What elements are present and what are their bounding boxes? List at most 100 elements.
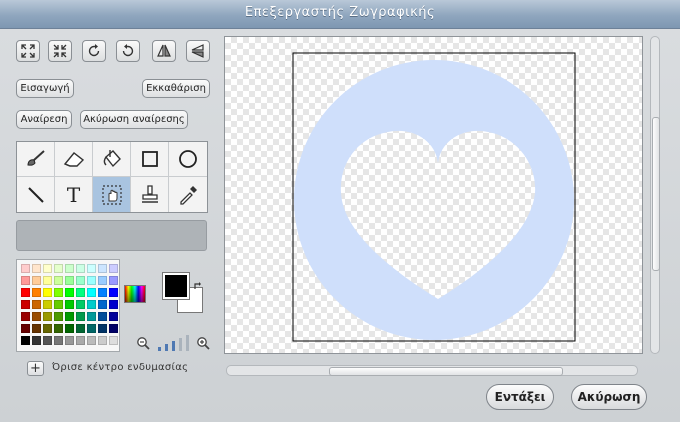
color-swatch[interactable] (65, 324, 74, 333)
tool-eraser[interactable] (55, 142, 93, 177)
flip-horizontal-button[interactable] (152, 40, 176, 62)
horizontal-scrollbar[interactable] (226, 365, 638, 376)
color-swatch[interactable] (54, 276, 63, 285)
color-swatch[interactable] (65, 276, 74, 285)
color-swatch[interactable] (87, 288, 96, 297)
color-swatch[interactable] (87, 336, 96, 345)
color-swatch[interactable] (87, 312, 96, 321)
color-swatch[interactable] (76, 336, 85, 345)
color-swatch[interactable] (109, 300, 118, 309)
color-swatch[interactable] (54, 312, 63, 321)
color-swatch[interactable] (43, 264, 52, 273)
color-swatch[interactable] (21, 300, 30, 309)
zoom-in-icon[interactable] (196, 335, 210, 350)
ok-button[interactable]: Εντάξει (486, 384, 554, 410)
undo-button[interactable]: Αναίρεση (16, 110, 72, 129)
color-swatch[interactable] (65, 264, 74, 273)
color-swatch[interactable] (98, 312, 107, 321)
color-swatch[interactable] (87, 264, 96, 273)
tool-ellipse[interactable] (169, 142, 207, 177)
tool-select[interactable] (93, 177, 131, 212)
color-swatch[interactable] (98, 336, 107, 345)
tool-rectangle[interactable] (131, 142, 169, 177)
rotate-right-button[interactable] (82, 40, 106, 62)
color-swatch[interactable] (109, 336, 118, 345)
color-swatch[interactable] (65, 312, 74, 321)
color-swatch[interactable] (76, 312, 85, 321)
color-swatch[interactable] (32, 300, 41, 309)
flip-vertical-button[interactable] (186, 40, 210, 62)
window-title: Επεξεργαστής Ζωγραφικής (244, 5, 436, 20)
rotate-left-button[interactable] (116, 40, 140, 62)
tool-eyedropper[interactable] (169, 177, 207, 212)
vertical-scroll-thumb[interactable] (652, 117, 660, 271)
clear-button[interactable]: Εκκαθάριση (142, 79, 210, 98)
color-swatch[interactable] (54, 264, 63, 273)
color-swatch[interactable] (76, 276, 85, 285)
color-swatch[interactable] (43, 300, 52, 309)
grow-button[interactable] (16, 40, 40, 62)
color-swatch[interactable] (54, 300, 63, 309)
color-swatch[interactable] (76, 300, 85, 309)
color-swatch[interactable] (43, 336, 52, 345)
color-swatch[interactable] (98, 288, 107, 297)
color-swatch[interactable] (54, 336, 63, 345)
color-swatch[interactable] (109, 324, 118, 333)
square-icon (141, 151, 158, 167)
color-swatch[interactable] (32, 264, 41, 273)
horizontal-scroll-thumb[interactable] (329, 367, 563, 376)
vertical-scrollbar[interactable] (650, 36, 660, 354)
color-swatch[interactable] (43, 324, 52, 333)
redo-button[interactable]: Ακύρωση αναίρεσης (80, 110, 188, 129)
color-swatch[interactable] (98, 264, 107, 273)
color-swatch[interactable] (65, 300, 74, 309)
color-swatch[interactable] (21, 276, 30, 285)
color-swatch[interactable] (32, 324, 41, 333)
foreground-color-swatch[interactable] (162, 272, 190, 300)
color-swatch[interactable] (21, 336, 30, 345)
title-bar[interactable]: Επεξεργαστής Ζωγραφικής (0, 0, 680, 29)
color-picker-button[interactable] (124, 285, 146, 303)
color-swatch[interactable] (98, 324, 107, 333)
color-swatch[interactable] (65, 288, 74, 297)
color-swatch[interactable] (98, 276, 107, 285)
zoom-out-icon[interactable] (136, 335, 150, 350)
set-center-button[interactable]: + (27, 361, 44, 376)
text-icon: T (66, 182, 81, 207)
color-swatch[interactable] (43, 288, 52, 297)
tool-line[interactable] (17, 177, 55, 212)
color-swatch[interactable] (87, 324, 96, 333)
color-swatch[interactable] (21, 324, 30, 333)
color-swatch[interactable] (43, 276, 52, 285)
color-swatch[interactable] (65, 336, 74, 345)
color-swatch[interactable] (87, 300, 96, 309)
color-swatch[interactable] (109, 312, 118, 321)
color-swatch[interactable] (32, 276, 41, 285)
tool-paintbrush[interactable] (17, 142, 55, 177)
color-swatch[interactable] (32, 312, 41, 321)
color-swatch[interactable] (21, 288, 30, 297)
shrink-button[interactable] (48, 40, 72, 62)
swap-colors-icon[interactable] (193, 276, 203, 289)
color-swatch[interactable] (43, 312, 52, 321)
color-swatch[interactable] (109, 276, 118, 285)
color-swatch[interactable] (87, 276, 96, 285)
tool-stamp[interactable] (131, 177, 169, 212)
color-swatch[interactable] (109, 264, 118, 273)
import-button[interactable]: Εισαγωγή (16, 79, 74, 98)
color-swatch[interactable] (54, 288, 63, 297)
tool-fill[interactable] (93, 142, 131, 177)
color-swatch[interactable] (32, 288, 41, 297)
color-swatch[interactable] (109, 288, 118, 297)
color-swatch[interactable] (76, 324, 85, 333)
color-swatch[interactable] (32, 336, 41, 345)
color-swatch[interactable] (76, 288, 85, 297)
color-swatch[interactable] (76, 264, 85, 273)
color-swatch[interactable] (21, 264, 30, 273)
drawing-canvas[interactable] (224, 36, 643, 354)
cancel-button[interactable]: Ακύρωση (571, 384, 647, 410)
color-swatch[interactable] (98, 300, 107, 309)
color-swatch[interactable] (54, 324, 63, 333)
tool-text[interactable]: T (55, 177, 93, 212)
color-swatch[interactable] (21, 312, 30, 321)
